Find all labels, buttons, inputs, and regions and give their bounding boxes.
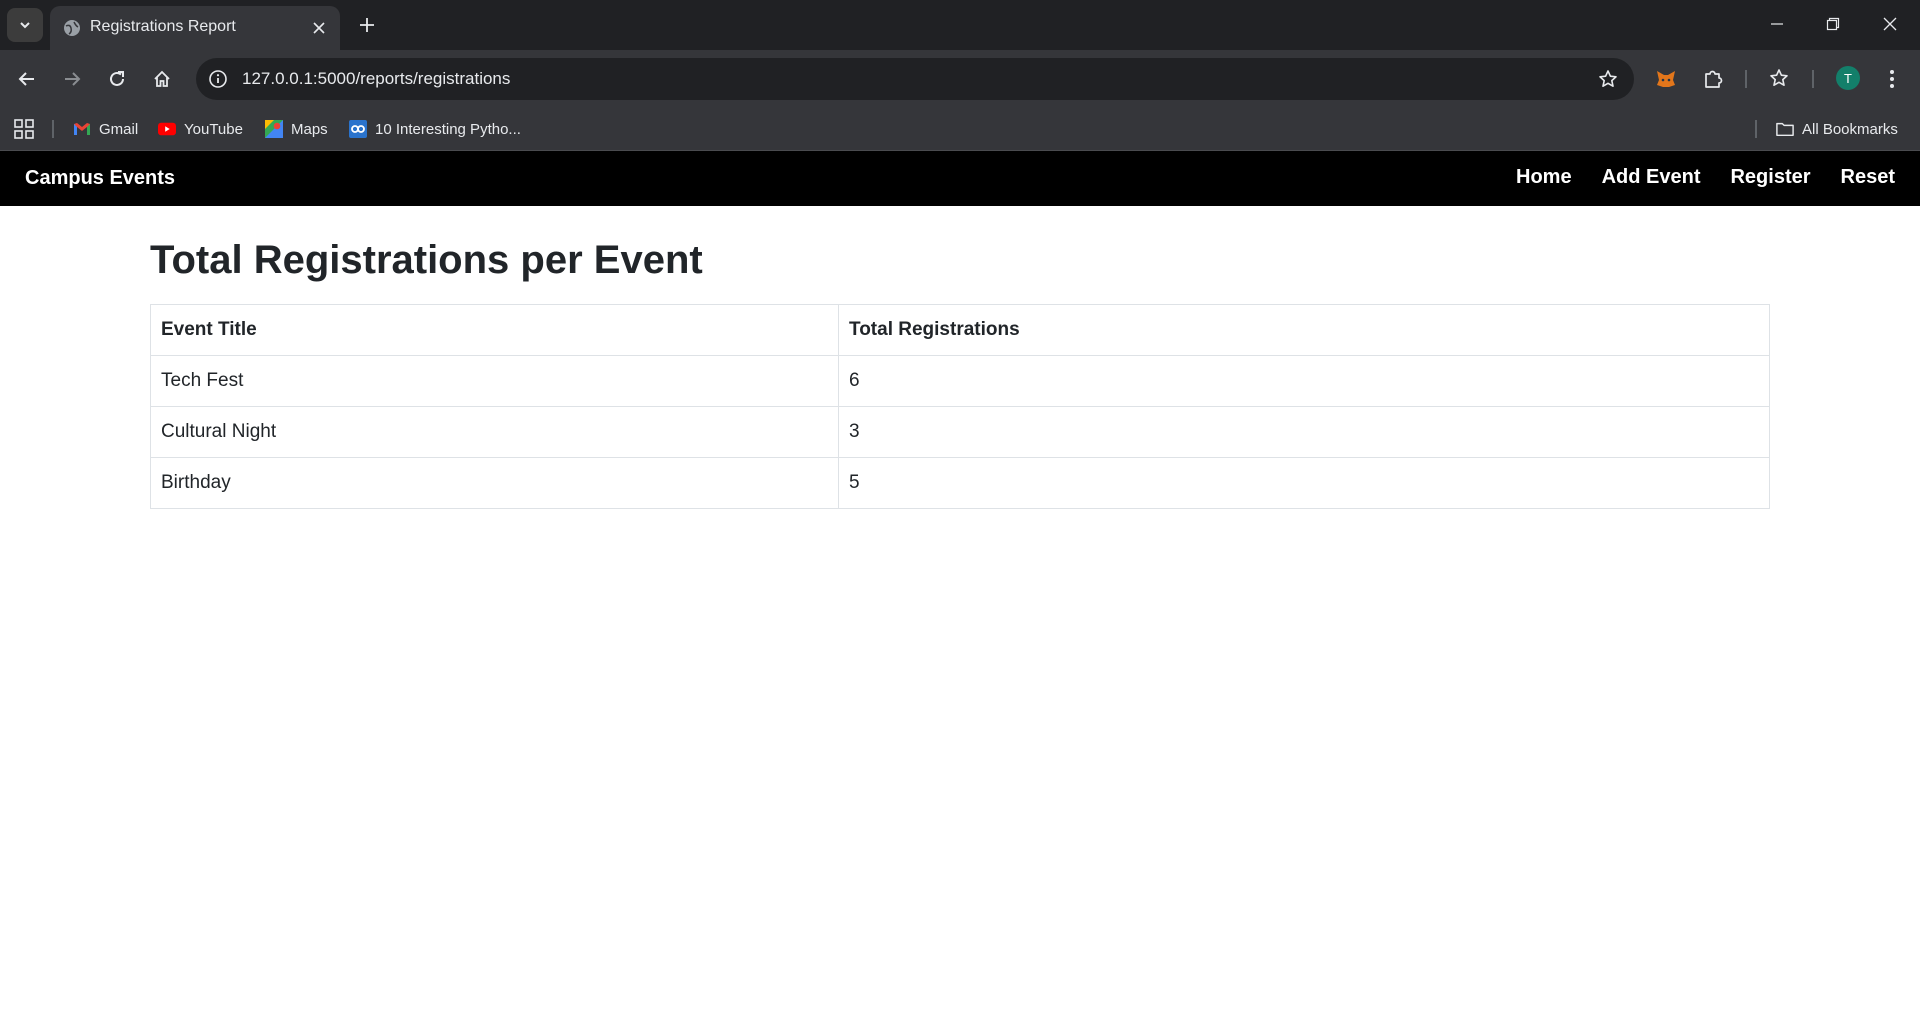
apps-grid-icon[interactable] bbox=[12, 117, 36, 141]
coursera-icon bbox=[349, 120, 367, 138]
browser-toolbar: 127.0.0.1:5000/reports/registrations bbox=[0, 50, 1920, 108]
url-text: 127.0.0.1:5000/reports/registrations bbox=[242, 69, 511, 88]
restore-icon bbox=[1826, 17, 1840, 31]
bookmarks-separator bbox=[1755, 120, 1757, 138]
nav-link-home[interactable]: Home bbox=[1516, 166, 1572, 189]
youtube-icon bbox=[158, 120, 176, 138]
star-icon bbox=[1599, 70, 1617, 87]
page-title: Total Registrations per Event bbox=[150, 238, 703, 282]
column-header-event-title: Event Title bbox=[150, 304, 839, 356]
bookmarks-separator bbox=[52, 120, 54, 138]
toolbar-separator bbox=[1745, 70, 1747, 88]
minimize-icon bbox=[1771, 23, 1783, 25]
back-arrow-icon bbox=[18, 72, 34, 86]
registration-count-cell: 3 bbox=[838, 406, 1770, 458]
metamask-extension-button[interactable] bbox=[1650, 63, 1682, 95]
all-bookmarks-button[interactable]: All Bookmarks bbox=[1776, 116, 1898, 142]
back-button[interactable] bbox=[11, 63, 43, 95]
site-info-button[interactable] bbox=[206, 67, 230, 91]
tab-close-button[interactable] bbox=[308, 17, 330, 39]
close-window-button[interactable] bbox=[1870, 8, 1910, 40]
chevron-down-icon bbox=[20, 22, 30, 29]
nav-link-register[interactable]: Register bbox=[1730, 166, 1810, 189]
table-header-row: Event Title Total Registrations bbox=[150, 304, 1770, 356]
restore-button[interactable] bbox=[1813, 8, 1853, 40]
nav-links: Home Add Event Register Reset bbox=[1516, 166, 1895, 189]
table-row: Cultural Night 3 bbox=[150, 406, 1770, 458]
bookmark-label: Gmail bbox=[99, 120, 139, 138]
star-list-icon bbox=[1770, 69, 1788, 86]
registration-count-cell: 5 bbox=[838, 457, 1770, 509]
close-icon bbox=[1883, 17, 1897, 31]
registration-count-cell: 6 bbox=[838, 355, 1770, 407]
home-icon bbox=[154, 70, 170, 87]
bookmark-star-button[interactable] bbox=[1596, 67, 1620, 91]
more-vertical-icon bbox=[1890, 70, 1894, 88]
bookmark-label: YouTube bbox=[184, 120, 243, 138]
new-tab-button[interactable] bbox=[352, 10, 382, 40]
bookmarks-panel-button[interactable] bbox=[1764, 63, 1796, 95]
profile-avatar[interactable]: T bbox=[1836, 66, 1860, 90]
tab-title: Registrations Report bbox=[90, 18, 236, 35]
home-button[interactable] bbox=[146, 63, 178, 95]
toolbar-separator bbox=[1812, 70, 1814, 88]
fox-extension-icon bbox=[1657, 71, 1675, 87]
gmail-icon bbox=[73, 120, 91, 138]
column-header-total-registrations: Total Registrations bbox=[838, 304, 1770, 356]
puzzle-icon bbox=[1705, 70, 1723, 88]
event-title-cell: Tech Fest bbox=[150, 355, 839, 407]
reload-icon bbox=[110, 71, 124, 86]
table-row: Birthday 5 bbox=[150, 457, 1770, 509]
close-icon bbox=[313, 22, 325, 34]
folder-icon bbox=[1776, 120, 1794, 138]
maps-icon bbox=[265, 120, 283, 138]
site-navbar: Campus Events Home Add Event Register Re… bbox=[0, 151, 1920, 206]
bookmark-maps[interactable]: Maps bbox=[265, 116, 328, 142]
address-bar[interactable]: 127.0.0.1:5000/reports/registrations bbox=[196, 58, 1634, 100]
globe-icon bbox=[64, 20, 80, 36]
site-brand[interactable]: Campus Events bbox=[25, 167, 175, 190]
plus-icon bbox=[360, 18, 374, 32]
nav-link-reset[interactable]: Reset bbox=[1841, 166, 1895, 189]
bookmark-label: Maps bbox=[291, 120, 328, 138]
extensions-button[interactable] bbox=[1697, 63, 1729, 95]
tab-strip: Registrations Report bbox=[0, 0, 1920, 50]
event-title-cell: Cultural Night bbox=[150, 406, 839, 458]
table-row: Tech Fest 6 bbox=[150, 355, 1770, 407]
all-bookmarks-label: All Bookmarks bbox=[1802, 120, 1898, 138]
registrations-table: Event Title Total Registrations Tech Fes… bbox=[150, 304, 1770, 509]
event-title-cell: Birthday bbox=[150, 457, 839, 509]
bookmark-youtube[interactable]: YouTube bbox=[158, 116, 243, 142]
menu-button[interactable] bbox=[1876, 63, 1908, 95]
bookmark-python-article[interactable]: 10 Interesting Pytho... bbox=[349, 116, 521, 142]
bookmarks-bar: Gmail YouTube Maps 10 Interesting Pytho.… bbox=[0, 108, 1920, 151]
active-tab[interactable]: Registrations Report bbox=[50, 6, 340, 50]
forward-button[interactable] bbox=[56, 63, 88, 95]
reload-button[interactable] bbox=[101, 63, 133, 95]
nav-link-add-event[interactable]: Add Event bbox=[1602, 166, 1701, 189]
minimize-button[interactable] bbox=[1757, 8, 1797, 40]
forward-arrow-icon bbox=[65, 72, 81, 86]
tab-search-button[interactable] bbox=[7, 8, 43, 42]
bookmark-gmail[interactable]: Gmail bbox=[73, 116, 138, 142]
bookmark-label: 10 Interesting Pytho... bbox=[375, 120, 521, 138]
info-icon bbox=[209, 70, 227, 88]
